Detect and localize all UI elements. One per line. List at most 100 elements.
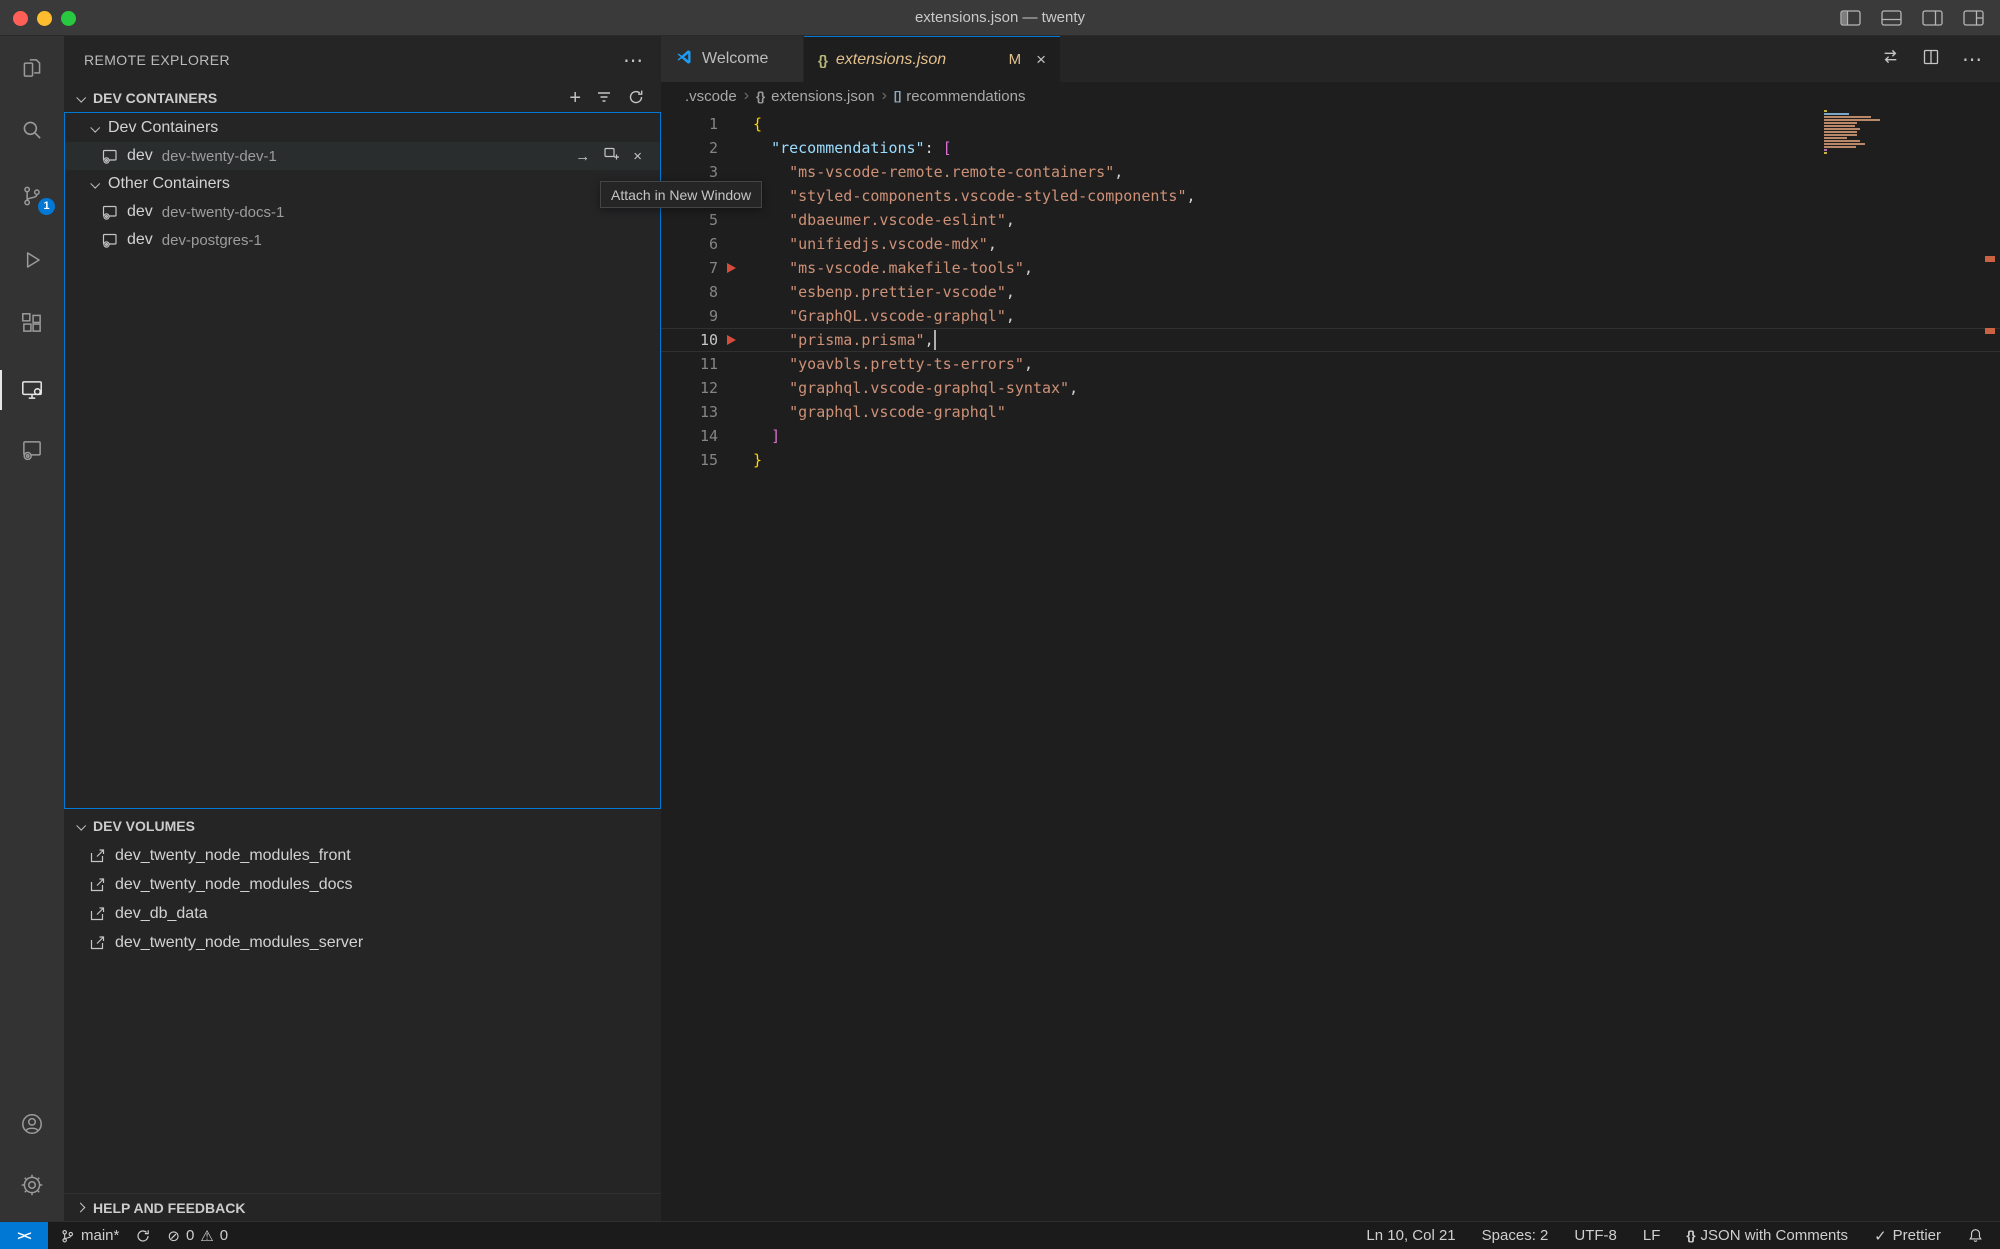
open-changes-icon[interactable] [1881, 47, 1900, 71]
tree-group-other-containers[interactable]: Other Containers [65, 170, 660, 198]
extensions-icon[interactable] [0, 299, 64, 347]
volume-row[interactable]: dev_twenty_node_modules_front [65, 842, 660, 870]
remote-indicator[interactable]: >< [0, 1222, 48, 1249]
accounts-icon[interactable] [0, 1100, 64, 1148]
source-control-icon[interactable]: 1 [0, 172, 64, 220]
chevron-down-icon [90, 178, 100, 188]
minimap-line [1824, 146, 1856, 148]
code-line-15[interactable]: 15} [661, 448, 2000, 472]
minimap-line [1824, 119, 1880, 121]
code-line-8[interactable]: 8 "esbenp.prettier-vscode", [661, 280, 2000, 304]
notifications-bell-icon[interactable] [1967, 1227, 1984, 1244]
minimap[interactable] [1824, 110, 1888, 155]
minimap-line [1824, 125, 1855, 127]
code-line-10[interactable]: 10 "prisma.prisma", [661, 328, 2000, 352]
code-line-2[interactable]: 2 "recommendations": [ [661, 136, 2000, 160]
split-editor-icon[interactable] [1922, 48, 1940, 71]
refresh-icon[interactable] [627, 88, 645, 109]
line-number: 7 [661, 256, 718, 280]
language-mode-item[interactable]: {} JSON with Comments [1686, 1227, 1848, 1244]
gutter [718, 448, 753, 472]
tab-extensions-json[interactable]: {} extensions.json M × [804, 36, 1060, 82]
code-line-9[interactable]: 9 "GraphQL.vscode-graphql", [661, 304, 2000, 328]
chevron-down-icon [76, 92, 86, 102]
vscode-window: extensions.json — twenty [0, 0, 2000, 1249]
gutter [718, 280, 753, 304]
toggle-secondary-sidebar-icon[interactable] [1922, 10, 1943, 26]
code-text: "esbenp.prettier-vscode", [753, 280, 1015, 304]
problems-item[interactable]: ⊘ 0 ⚠ 0 [167, 1227, 228, 1245]
search-icon[interactable] [0, 106, 64, 154]
volume-row[interactable]: dev_twenty_node_modules_docs [65, 871, 660, 899]
toggle-panel-icon[interactable] [1881, 10, 1902, 26]
status-bar: >< main* ⊘ 0 ⚠ 0 Ln 10, Col 21 Spaces: 2 [0, 1221, 2000, 1249]
editor-more-actions-icon[interactable]: ⋯ [1962, 47, 1982, 72]
formatter-item[interactable]: ✓ Prettier [1874, 1227, 1941, 1245]
tree-row-container-dev-postgres-1[interactable]: dev dev-postgres-1 [65, 226, 660, 254]
attach-to-container-icon[interactable]: → [575, 148, 590, 165]
code-line-4[interactable]: 4 "styled-components.vscode-styled-compo… [661, 184, 2000, 208]
code-line-3[interactable]: 3 "ms-vscode-remote.remote-containers", [661, 160, 2000, 184]
settings-gear-icon[interactable] [0, 1161, 64, 1209]
section-help-and-feedback[interactable]: HELP AND FEEDBACK [64, 1193, 661, 1221]
remote-explorer-icon[interactable] [0, 366, 64, 414]
code-lines: 1{2 "recommendations": [3 "ms-vscode-rem… [661, 112, 2000, 472]
sync-changes-icon[interactable] [135, 1228, 151, 1244]
window-controls [13, 0, 76, 36]
volume-row[interactable]: dev_twenty_node_modules_server [65, 929, 660, 957]
code-text: "graphql.vscode-graphql-syntax", [753, 376, 1078, 400]
sidebar-more-actions-icon[interactable]: ⋯ [623, 48, 661, 73]
code-editor[interactable]: 1{2 "recommendations": [3 "ms-vscode-rem… [661, 110, 2000, 1221]
customize-layout-icon[interactable] [1963, 10, 1984, 26]
filter-icon[interactable] [595, 88, 613, 109]
code-line-1[interactable]: 1{ [661, 112, 2000, 136]
indentation-item[interactable]: Spaces: 2 [1482, 1227, 1549, 1244]
code-text: "graphql.vscode-graphql" [753, 400, 1006, 424]
encoding-item[interactable]: UTF-8 [1574, 1227, 1617, 1244]
gutter [718, 376, 753, 400]
close-tab-icon[interactable]: × [1036, 50, 1046, 70]
tree-row-container-dev-twenty-docs-1[interactable]: dev dev-twenty-docs-1 [65, 198, 660, 226]
close-window-button[interactable] [13, 11, 28, 26]
tooltip-attach-in-new-window: Attach in New Window [600, 181, 762, 208]
eol-item[interactable]: LF [1643, 1227, 1661, 1244]
code-line-6[interactable]: 6 "unifiedjs.vscode-mdx", [661, 232, 2000, 256]
attach-in-new-window-icon[interactable] [603, 145, 620, 167]
code-line-7[interactable]: 7 "ms-vscode.makefile-tools", [661, 256, 2000, 280]
dev-containers-icon[interactable] [0, 426, 64, 474]
code-line-13[interactable]: 13 "graphql.vscode-graphql" [661, 400, 2000, 424]
tree-group-dev-containers[interactable]: Dev Containers [65, 114, 660, 142]
volume-icon [89, 934, 107, 952]
line-number: 10 [661, 328, 718, 352]
maximize-window-button[interactable] [61, 11, 76, 26]
code-line-14[interactable]: 14 ] [661, 424, 2000, 448]
line-number: 15 [661, 448, 718, 472]
text-cursor [934, 330, 936, 350]
run-debug-icon[interactable] [0, 236, 64, 284]
cursor-position-item[interactable]: Ln 10, Col 21 [1366, 1227, 1455, 1244]
tab-welcome[interactable]: Welcome [661, 36, 804, 82]
minimap-line [1824, 128, 1860, 130]
minimap-line [1824, 149, 1827, 151]
remove-container-icon[interactable]: × [633, 148, 642, 165]
code-line-11[interactable]: 11 "yoavbls.pretty-ts-errors", [661, 352, 2000, 376]
line-number: 1 [661, 112, 718, 136]
section-dev-volumes[interactable]: DEV VOLUMES [64, 812, 661, 840]
code-text: "ms-vscode.makefile-tools", [753, 256, 1033, 280]
tab-bar: Welcome {} extensions.json M × ⋯ [661, 36, 2000, 82]
gutter [718, 304, 753, 328]
explorer-icon[interactable] [0, 44, 64, 92]
breadcrumb[interactable]: .vscode › {} extensions.json › [ ] recom… [661, 82, 2000, 110]
code-line-12[interactable]: 12 "graphql.vscode-graphql-syntax", [661, 376, 2000, 400]
volume-row[interactable]: dev_db_data [65, 900, 660, 928]
toggle-primary-sidebar-icon[interactable] [1840, 10, 1861, 26]
minimize-window-button[interactable] [37, 11, 52, 26]
git-branch-item[interactable]: main* [60, 1227, 119, 1244]
gutter [718, 136, 753, 160]
tree-row-container-dev-twenty-dev-1[interactable]: dev dev-twenty-dev-1 → × [65, 142, 660, 170]
new-dev-container-button[interactable]: + [569, 90, 581, 106]
volume-icon [89, 876, 107, 894]
minimap-line [1824, 131, 1857, 133]
code-line-5[interactable]: 5 "dbaeumer.vscode-eslint", [661, 208, 2000, 232]
section-dev-containers[interactable]: DEV CONTAINERS + [64, 84, 661, 112]
